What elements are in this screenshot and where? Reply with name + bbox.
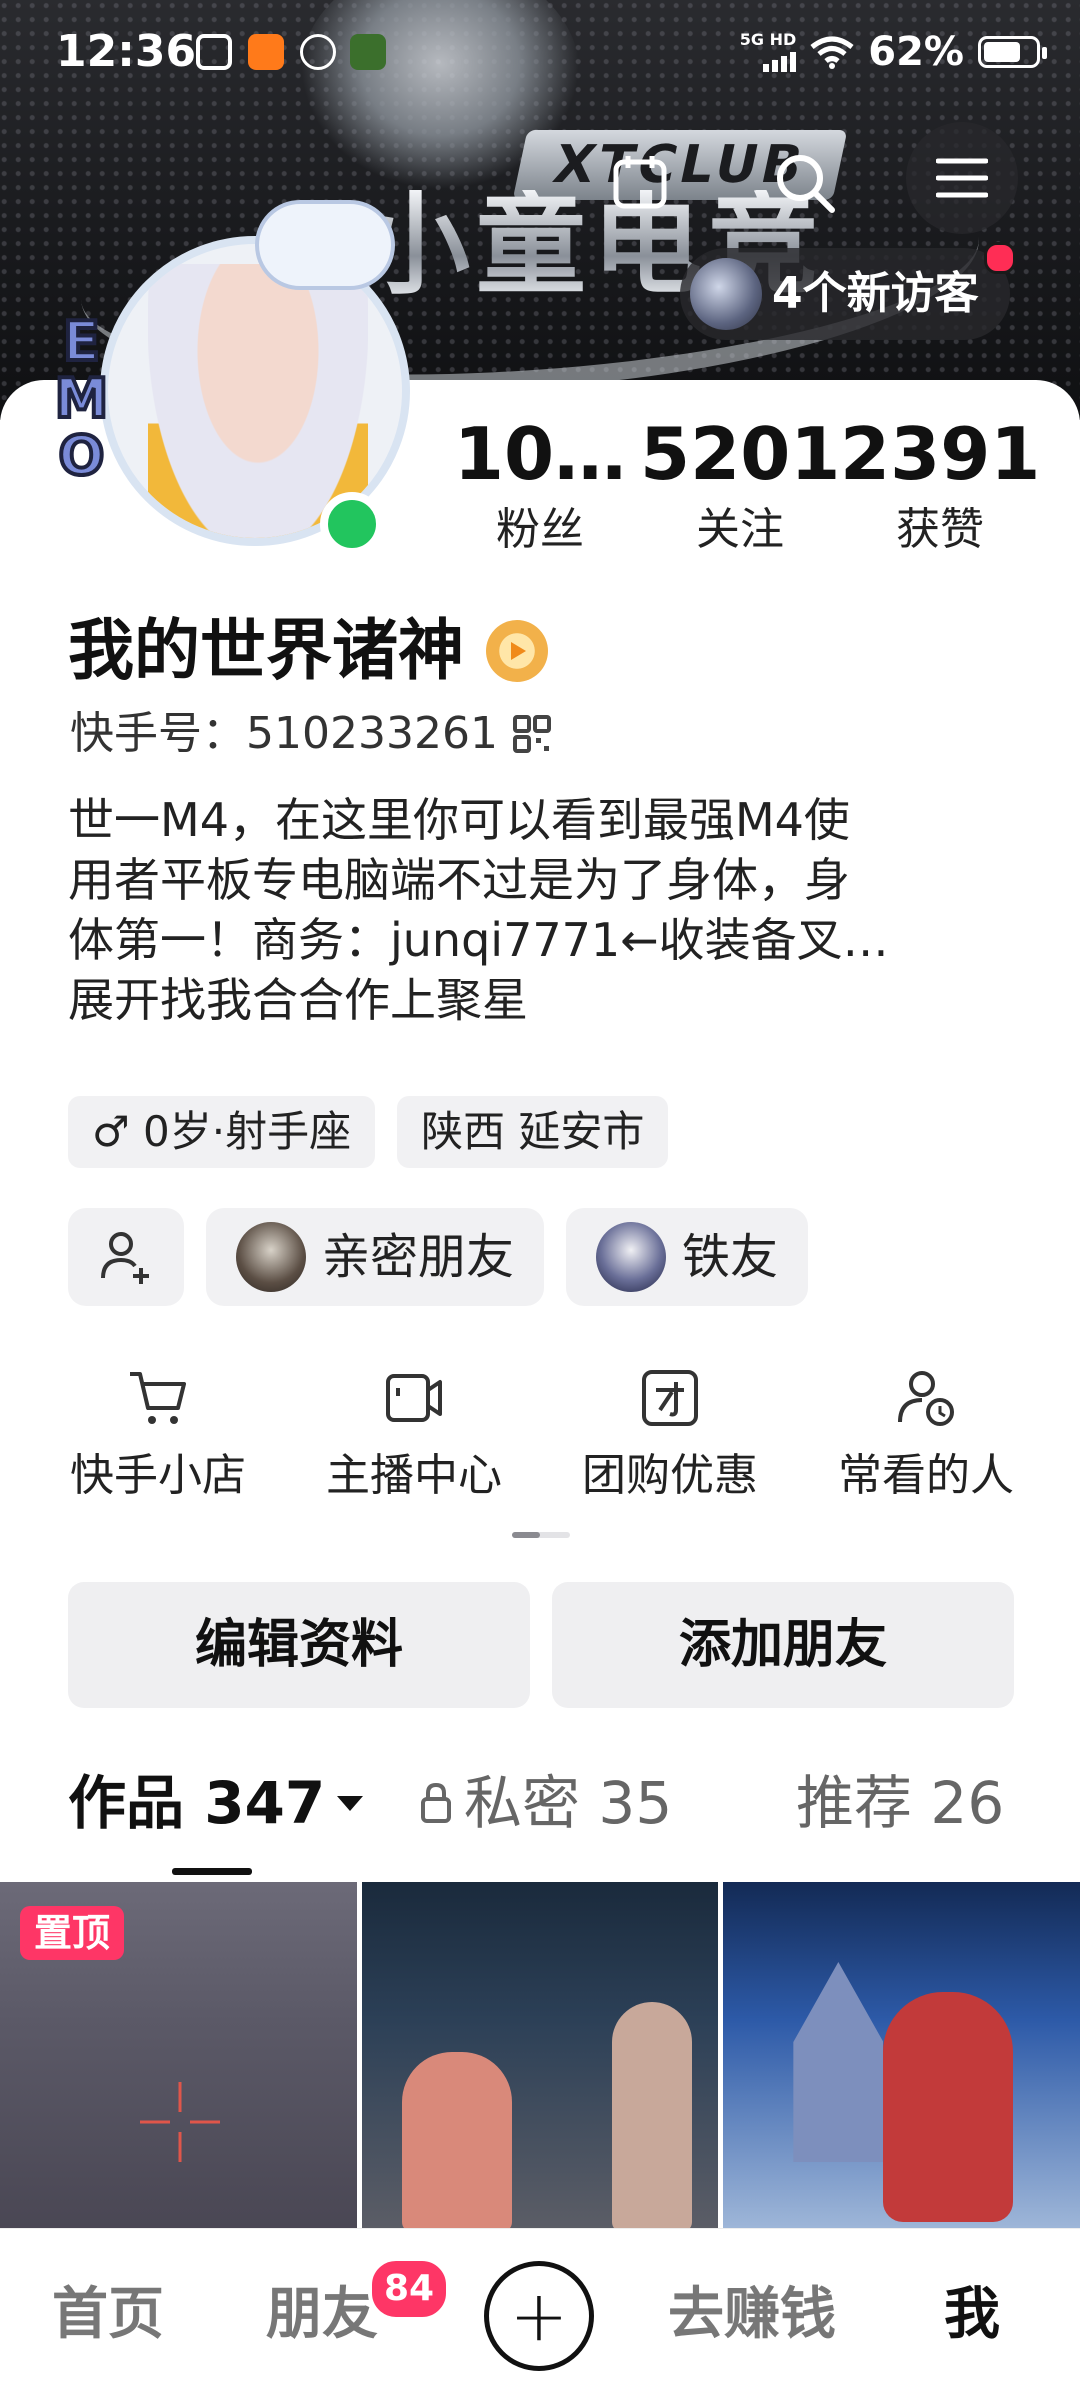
group-buy-icon [642, 1370, 698, 1426]
creator-badge-icon[interactable] [486, 620, 548, 682]
cloud-sticker-icon [255, 200, 395, 290]
tag-gender-age: ♂ 0岁·射手座 [68, 1096, 376, 1168]
notification-icon-game [350, 34, 386, 70]
status-time: 12:36 [56, 26, 197, 77]
stat-likes[interactable]: 2391 获赞 [840, 418, 1040, 552]
tool-label: 团购优惠 [582, 1450, 758, 1501]
tab-recommend[interactable]: 推荐 26 [796, 1774, 1004, 1832]
tools-page-indicator [512, 1532, 570, 1538]
visitor-avatar [690, 258, 762, 330]
kuaishou-id: 快手号：510233261 [70, 708, 498, 759]
add-friend-button[interactable]: 添加朋友 [552, 1582, 1014, 1708]
works-grid: 置顶 [0, 1882, 1080, 2228]
tab-label: 推荐 26 [796, 1769, 1005, 1837]
figure-graphic [401, 2052, 512, 2228]
notification-icon-leaf [300, 34, 336, 70]
stat-label: 关注 [696, 504, 784, 555]
stat-value: 10… [453, 412, 627, 496]
calendar-icon[interactable] [608, 150, 672, 214]
profile-bio[interactable]: 世一M4，在这里你可以看到最强M4使 用者平板专电脑端不过是为了身体，身 体第一… [68, 790, 1028, 1030]
wifi-icon [810, 36, 854, 69]
close-friends-chip[interactable]: 亲密朋友 [206, 1208, 545, 1306]
lock-icon [421, 1782, 451, 1823]
nav-friends[interactable]: 朋友 [266, 2287, 378, 2343]
tag-label: 陕西 延安市 [421, 1107, 645, 1156]
tool-kuaishou-shop[interactable]: 快手小店 [30, 1366, 286, 1498]
plus-icon: + [509, 2275, 569, 2357]
battery-percent: 62% [868, 29, 964, 75]
chip-label: 亲密朋友 [322, 1229, 515, 1285]
active-tab-indicator [172, 1868, 252, 1875]
tool-label: 快手小店 [70, 1450, 246, 1501]
bottom-navigation: 首页 朋友 84 + 去赚钱 我 [0, 2228, 1080, 2401]
online-status-dot [320, 492, 384, 556]
tag-location: 陕西 延安市 [397, 1096, 669, 1168]
tool-streamer-center[interactable]: 主播中心 [286, 1366, 542, 1498]
qr-code-icon[interactable] [512, 714, 552, 754]
work-thumbnail[interactable] [361, 1882, 719, 2228]
work-thumbnail[interactable]: 置顶 [0, 1882, 357, 2228]
stat-followers[interactable]: 10… 粉丝 [440, 418, 640, 552]
work-thumbnail[interactable] [723, 1882, 1080, 2228]
friends-row: 亲密朋友 铁友 [68, 1208, 809, 1306]
notification-icon-app [248, 34, 284, 70]
avatar-emo-sticker: EMO [48, 308, 115, 483]
tool-label: 主播中心 [326, 1450, 502, 1501]
tools-row: 快手小店 主播中心 团购优惠 常看的人 [0, 1366, 1080, 1498]
visitor-label: 4个新访客 [772, 268, 979, 319]
add-friend-icon-button[interactable] [68, 1208, 184, 1306]
content-tabs: 作品 347 私密 35 推荐 26 [68, 1774, 1018, 1875]
castle-graphic [793, 1962, 884, 2162]
stat-value: 2391 [840, 412, 1041, 496]
frequent-person-icon [898, 1371, 954, 1426]
tab-works[interactable]: 作品 347 [68, 1774, 365, 1832]
iron-friends-chip[interactable]: 铁友 [566, 1208, 809, 1306]
iron-friend-avatar [596, 1222, 667, 1292]
tab-label: 私密 35 [464, 1769, 673, 1837]
tab-label: 作品 347 [68, 1769, 326, 1837]
profile-name-row: 我的世界诸神 [68, 618, 548, 684]
close-friend-avatar [236, 1222, 306, 1292]
hamburger-icon [936, 158, 988, 198]
add-person-icon [101, 1232, 149, 1284]
stat-label: 获赞 [896, 504, 984, 555]
signal-icon: 5G HD [740, 32, 797, 72]
crosshair-graphic [140, 2082, 220, 2162]
battery-icon [978, 36, 1047, 68]
profile-name: 我的世界诸神 [68, 612, 464, 689]
cart-icon [130, 1372, 186, 1424]
tool-group-buy[interactable]: 团购优惠 [542, 1366, 798, 1498]
stat-following[interactable]: 5201 关注 [640, 418, 840, 552]
profile-actions: 编辑资料 添加朋友 [68, 1582, 1014, 1708]
nav-earn[interactable]: 去赚钱 [668, 2287, 836, 2343]
friends-badge: 84 [368, 2257, 450, 2321]
profile-stats: 10… 粉丝 5201 关注 2391 获赞 [440, 418, 1041, 552]
nav-me[interactable]: 我 [944, 2287, 1000, 2343]
status-bar: 12:36 5G HD 62% [0, 0, 1080, 105]
caret-down-icon [337, 1796, 364, 1811]
nav-home[interactable]: 首页 [52, 2287, 164, 2343]
tool-frequent-viewed[interactable]: 常看的人 [798, 1366, 1054, 1498]
chip-label: 铁友 [682, 1229, 779, 1285]
stat-label: 粉丝 [496, 504, 584, 555]
camera-icon [386, 1374, 442, 1422]
search-icon[interactable] [772, 150, 838, 216]
edit-profile-button[interactable]: 编辑资料 [68, 1582, 530, 1708]
pinned-badge: 置顶 [20, 1906, 125, 1960]
tag-label: ♂ 0岁·射手座 [92, 1107, 352, 1156]
profile-tags: ♂ 0岁·射手座 陕西 延安市 [68, 1096, 669, 1168]
tab-private[interactable]: 私密 35 [418, 1774, 672, 1832]
menu-button[interactable] [906, 122, 1018, 234]
kuaishou-id-row[interactable]: 快手号：510233261 [70, 712, 552, 756]
notification-icon-play [196, 34, 232, 70]
new-visitors-button[interactable]: 4个新访客 [680, 242, 1016, 340]
figure-graphic [611, 2002, 692, 2228]
visitor-notification-dot [984, 242, 1016, 274]
figure-graphic [883, 1992, 1014, 2222]
stat-value: 5201 [640, 412, 841, 496]
create-post-button[interactable]: + [484, 2261, 594, 2371]
tool-label: 常看的人 [838, 1450, 1014, 1501]
